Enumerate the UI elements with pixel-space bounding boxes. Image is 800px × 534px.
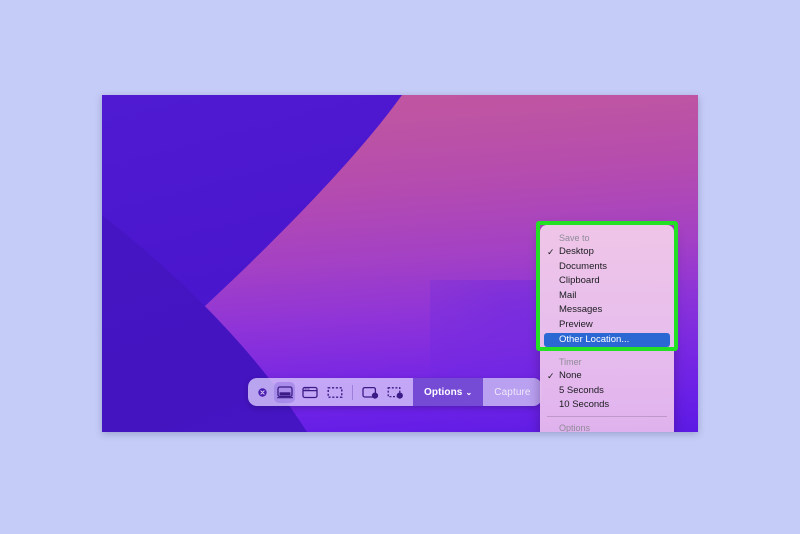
menu-item-timer-5-seconds[interactable]: 5 Seconds [540, 384, 674, 399]
menu-section-header-options: Options [559, 422, 591, 432]
selection-icon [327, 386, 343, 399]
menu-item-label: 10 Seconds [559, 399, 610, 411]
menu-item-clipboard[interactable]: Clipboard [540, 274, 674, 289]
menu-item-label: None [559, 370, 582, 382]
menu-item-preview[interactable]: Preview [540, 318, 674, 333]
menu-section-header-timer: Timer [559, 357, 582, 368]
capture-selected-window-button[interactable] [299, 382, 320, 403]
menu-item-desktop[interactable]: ✓ Desktop [540, 245, 674, 260]
toolbar-divider [352, 384, 353, 400]
menu-item-label: Messages [559, 304, 603, 316]
menu-item-label: Clipboard [559, 275, 600, 287]
options-button-label: Options [424, 386, 463, 398]
capture-button[interactable]: Capture [483, 378, 542, 406]
record-selection-icon [387, 386, 404, 399]
menu-item-label: Desktop [559, 246, 594, 257]
record-entire-screen-button[interactable] [360, 382, 381, 403]
capture-button-label: Capture [494, 386, 531, 398]
menu-item-label: Documents [559, 260, 608, 272]
desktop-screenshot: Options ⌄ Capture Save to ✓ Desktop Docu… [102, 95, 698, 432]
capture-tools-group [248, 378, 413, 406]
window-icon [301, 386, 318, 399]
capture-selected-portion-button[interactable] [324, 382, 345, 403]
entire-screen-icon [276, 385, 293, 399]
menu-item-label: Preview [559, 318, 593, 330]
menu-item-timer-10-seconds[interactable]: 10 Seconds [540, 398, 674, 413]
menu-item-label: Other Location... [559, 333, 630, 345]
capture-entire-screen-button[interactable] [274, 381, 295, 403]
screenshot-toolbar: Options ⌄ Capture [248, 378, 542, 406]
close-icon[interactable] [254, 387, 270, 397]
menu-separator [547, 415, 667, 417]
menu-item-timer-none[interactable]: ✓ None [540, 369, 674, 384]
menu-separator [547, 350, 667, 352]
menu-item-mail[interactable]: Mail [540, 289, 674, 304]
menu-item-other-location[interactable]: Other Location... [544, 332, 670, 348]
options-button[interactable]: Options ⌄ [413, 378, 484, 406]
options-dropdown-menu: Save to ✓ Desktop Documents Clipboard Ma… [540, 225, 674, 432]
chevron-down-icon: ⌄ [465, 387, 473, 397]
menu-item-label: 5 Seconds [559, 384, 604, 396]
check-icon: ✓ [547, 371, 555, 382]
menu-item-label: Mail [559, 289, 577, 301]
menu-section-header-save-to: Save to [559, 233, 590, 243]
menu-item-documents[interactable]: Documents [540, 260, 674, 275]
menu-item-messages[interactable]: Messages [540, 303, 674, 318]
record-selected-portion-button[interactable] [385, 382, 406, 403]
record-screen-icon [362, 386, 379, 399]
check-icon: ✓ [547, 247, 555, 257]
